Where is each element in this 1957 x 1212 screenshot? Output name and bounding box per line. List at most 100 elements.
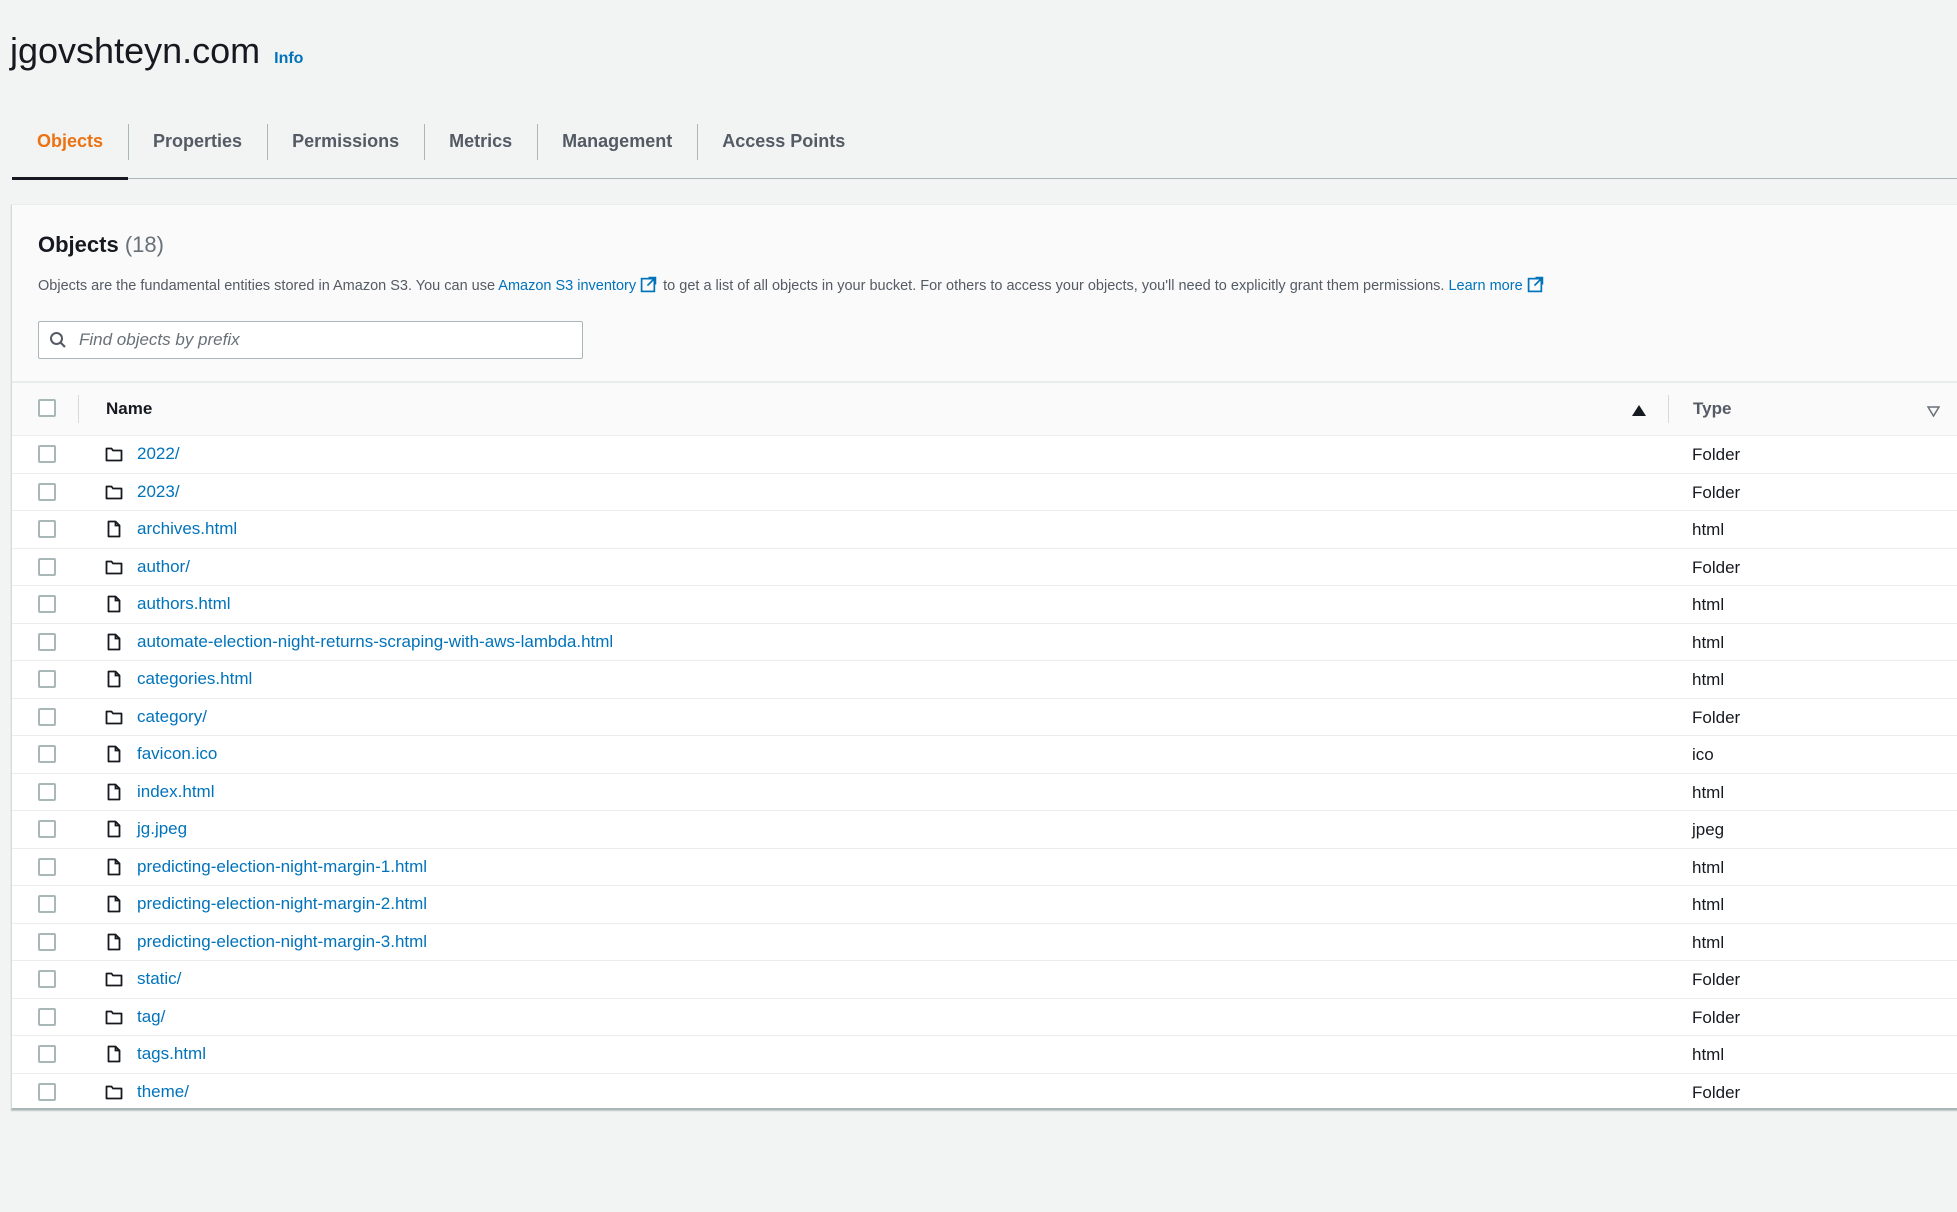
search-input[interactable] <box>77 329 551 351</box>
object-name-link[interactable]: static/ <box>137 969 181 989</box>
tab-label: Metrics <box>449 130 513 151</box>
s3-bucket-page: jgovshteyn.com Info Objects Properties P… <box>0 0 1957 1212</box>
table-row[interactable]: jg.jpeg jpeg <box>12 811 1957 849</box>
table-row[interactable]: authors.html html <box>12 586 1957 624</box>
object-type: html <box>1692 520 1725 539</box>
table-row[interactable]: author/Folder <box>12 549 1957 586</box>
tab-metrics[interactable]: Metrics <box>424 116 537 178</box>
object-type: Folder <box>1692 970 1741 989</box>
external-link-icon[interactable] <box>1527 276 1544 297</box>
learn-more-link[interactable]: Learn more <box>1448 278 1522 294</box>
row-checkbox[interactable] <box>38 670 56 688</box>
object-name-link[interactable]: jg.jpeg <box>137 819 187 839</box>
table-header: Name Type <box>12 382 1957 436</box>
object-name-link[interactable]: author/ <box>137 557 190 577</box>
file-icon <box>105 1045 123 1068</box>
object-type: html <box>1692 595 1725 614</box>
table-row[interactable]: archives.html html <box>12 511 1957 549</box>
row-checkbox[interactable] <box>38 595 56 613</box>
table-row[interactable]: index.html html <box>12 774 1957 811</box>
column-header-name[interactable]: Name <box>106 399 152 419</box>
object-type: Folder <box>1692 445 1741 464</box>
object-type: html <box>1692 782 1725 802</box>
object-name-link[interactable]: authors.html <box>137 594 231 614</box>
search-box[interactable] <box>38 321 583 359</box>
object-name-link[interactable]: 2022/ <box>137 444 180 464</box>
external-link-icon[interactable] <box>640 276 657 297</box>
row-checkbox[interactable] <box>38 707 56 726</box>
folder-icon <box>105 1008 123 1031</box>
object-name-link[interactable]: favicon.ico <box>137 744 217 764</box>
row-checkbox[interactable] <box>38 970 56 988</box>
tab-management[interactable]: Management <box>537 116 697 178</box>
object-name-link[interactable]: automate-election-night-returns-scraping… <box>137 632 613 652</box>
row-checkbox[interactable] <box>38 745 56 763</box>
object-type: html <box>1692 932 1725 952</box>
object-type: html <box>1692 1045 1725 1064</box>
file-icon <box>105 783 123 806</box>
object-name-link[interactable]: tag/ <box>137 1007 165 1027</box>
tab-label: Permissions <box>292 130 400 151</box>
s3-inventory-link[interactable]: Amazon S3 inventory <box>498 278 636 294</box>
row-checkbox[interactable] <box>38 445 56 463</box>
table-row[interactable]: predicting-election-night-margin-1.html h… <box>12 849 1957 886</box>
file-icon <box>105 745 123 768</box>
description-text-mid: to get a list of all objects in your buc… <box>663 278 1445 294</box>
row-checkbox[interactable] <box>38 520 56 538</box>
object-name-link[interactable]: categories.html <box>137 669 252 689</box>
tab-label: Objects <box>37 130 104 151</box>
row-checkbox[interactable] <box>38 932 56 951</box>
folder-icon <box>105 708 123 731</box>
table-row[interactable]: category/Folder <box>12 699 1957 736</box>
column-header-type[interactable]: Type <box>1693 399 1731 419</box>
object-name-link[interactable]: predicting-election-night-margin-2.html <box>137 894 427 914</box>
sort-descending-icon[interactable] <box>1926 404 1941 422</box>
table-row[interactable]: 2023/Folder <box>12 474 1957 511</box>
object-type: Folder <box>1692 1082 1741 1102</box>
select-all-checkbox[interactable] <box>38 399 56 417</box>
table-row[interactable]: theme/Folder <box>12 1074 1957 1112</box>
tab-objects[interactable]: Objects <box>12 116 129 180</box>
file-icon <box>105 895 123 918</box>
table-row[interactable]: static/Folder <box>12 961 1957 999</box>
row-checkbox[interactable] <box>38 482 56 501</box>
table-row[interactable]: tag/Folder <box>12 999 1957 1036</box>
row-checkbox[interactable] <box>38 857 56 876</box>
table-row[interactable]: 2022/Folder <box>12 436 1957 474</box>
row-checkbox[interactable] <box>38 1082 56 1101</box>
table-row[interactable]: tags.html html <box>12 1036 1957 1074</box>
object-name-link[interactable]: index.html <box>137 782 214 802</box>
table-row[interactable]: favicon.ico ico <box>12 736 1957 774</box>
object-type: Folder <box>1692 557 1741 577</box>
table-row[interactable]: automate-election-night-returns-scraping… <box>12 624 1957 661</box>
object-type: html <box>1692 632 1725 652</box>
object-name-link[interactable]: tags.html <box>137 1044 206 1064</box>
row-checkbox[interactable] <box>38 895 56 913</box>
tab-properties[interactable]: Properties <box>128 116 267 178</box>
table-row[interactable]: predicting-election-night-margin-2.html h… <box>12 886 1957 924</box>
object-name-link[interactable]: predicting-election-night-margin-3.html <box>137 932 427 952</box>
row-checkbox[interactable] <box>38 782 56 801</box>
row-checkbox[interactable] <box>38 632 56 651</box>
objects-heading: Objects (18) <box>38 232 164 258</box>
object-name-link[interactable]: predicting-election-night-margin-1.html <box>137 857 427 877</box>
table-row[interactable]: predicting-election-night-margin-3.html h… <box>12 924 1957 961</box>
tab-permissions[interactable]: Permissions <box>267 116 424 178</box>
object-name-link[interactable]: theme/ <box>137 1082 189 1102</box>
object-type: html <box>1692 857 1725 877</box>
row-checkbox[interactable] <box>38 1007 56 1026</box>
sort-ascending-icon[interactable] <box>1632 403 1646 421</box>
info-link[interactable]: Info <box>274 50 303 68</box>
object-name-link[interactable]: category/ <box>137 707 207 727</box>
object-name-link[interactable]: 2023/ <box>137 482 180 502</box>
file-icon <box>105 633 123 656</box>
row-checkbox[interactable] <box>38 820 56 838</box>
object-type: Folder <box>1692 482 1741 502</box>
objects-description: Objects are the fundamental entities sto… <box>38 276 1546 297</box>
row-checkbox[interactable] <box>38 557 56 576</box>
object-name-link[interactable]: archives.html <box>137 519 237 539</box>
table-row[interactable]: categories.html html <box>12 661 1957 699</box>
tab-access-points[interactable]: Access Points <box>697 116 870 178</box>
row-checkbox[interactable] <box>38 1045 56 1063</box>
page-title: jgovshteyn.com <box>10 30 261 71</box>
